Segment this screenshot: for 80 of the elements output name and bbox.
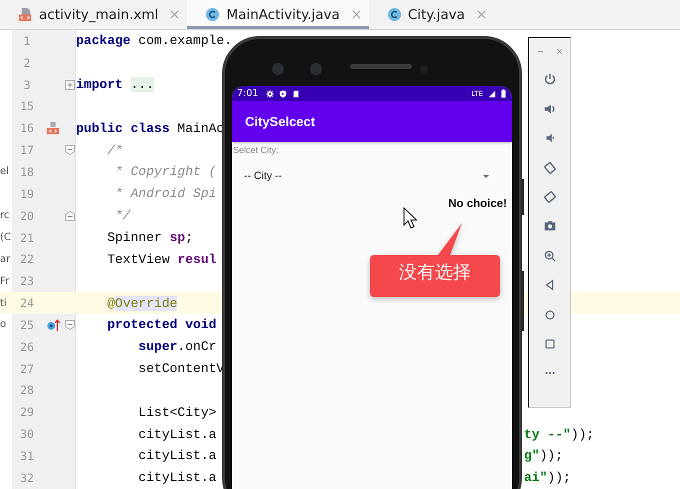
signal-icon [488, 90, 496, 98]
code-line: ai")); [524, 470, 571, 486]
overview-icon[interactable] [542, 336, 556, 351]
camera-icon[interactable] [542, 219, 556, 234]
line-number: 21 [20, 230, 34, 245]
prompt-label: Selcet City: [232, 144, 280, 155]
line-number: 28 [20, 383, 34, 398]
panel-text: (C [0, 232, 11, 244]
volume-up-icon[interactable] [542, 102, 556, 116]
code-line: cityList.a [137, 470, 216, 486]
callout: 没有选择 [370, 222, 500, 297]
line-number: 18 [20, 164, 34, 179]
override-icon[interactable] [46, 318, 60, 332]
shield-icon [279, 90, 288, 98]
rotate-left-icon[interactable] [542, 160, 556, 175]
app-title: CitySelcect [245, 114, 316, 129]
panel-text: el [0, 166, 9, 178]
line-number: 19 [20, 186, 34, 201]
line-number: 22 [20, 252, 34, 266]
line-number: 24 [20, 296, 34, 310]
cursor-icon [403, 207, 417, 229]
code-line: protected void [106, 317, 216, 332]
editor-tab[interactable]: City.java [368, 0, 494, 29]
class-file-icon [386, 7, 402, 22]
battery-icon [501, 89, 506, 98]
code-line: super.onCr [137, 339, 216, 354]
code-line: List<City> [137, 404, 216, 420]
line-number: 31 [20, 448, 34, 463]
line-number: 1 [24, 34, 30, 48]
code-line: import ... [76, 77, 154, 92]
power-icon[interactable] [542, 72, 556, 86]
class-file-icon [205, 7, 220, 22]
gear-icon [266, 90, 274, 98]
code-line: g")); [524, 448, 564, 464]
line-number: 16 [20, 121, 34, 136]
dropdown-arrow-icon [482, 174, 490, 178]
code-line: setContentV [137, 361, 224, 376]
city-dropdown[interactable]: -- City -- [244, 164, 490, 188]
code-line: * Copyright ( [114, 164, 216, 180]
line-number: 29 [20, 405, 34, 420]
rotate-right-icon[interactable] [542, 190, 556, 204]
panel-text: ti [0, 298, 7, 309]
code-line: Spinner sp; [106, 230, 194, 246]
collapse-icon[interactable] [65, 145, 75, 156]
code-line: @Override [106, 296, 178, 311]
result-text: No choice! [448, 198, 507, 210]
zoom-in-icon[interactable] [542, 248, 556, 263]
panel-text: rc [0, 210, 10, 222]
layout-file-icon [18, 7, 33, 22]
code-line: cityList.a [137, 448, 216, 464]
panel-text: Fr [0, 276, 10, 287]
collapse-icon[interactable] [65, 320, 75, 330]
line-number: 2 [24, 56, 30, 70]
sd-card-icon [292, 90, 300, 98]
panel-text: o [0, 319, 6, 330]
line-number: 26 [20, 340, 34, 354]
expand-icon[interactable] [65, 80, 75, 90]
code-line: package com.example. [76, 33, 232, 48]
home-icon[interactable] [542, 308, 556, 322]
code-line: public class MainAc [76, 120, 224, 136]
line-number: 25 [20, 318, 34, 332]
line-number: 20 [20, 208, 34, 223]
code-line: */ [114, 208, 131, 224]
line-number: 32 [20, 470, 34, 485]
code-line: TextView resul [106, 252, 216, 267]
editor-tab[interactable]: MainActivity.java [187, 0, 369, 29]
line-number: 23 [20, 274, 34, 288]
code-line: * Android Spi [114, 186, 216, 202]
status-time: 7:01 [237, 88, 258, 99]
line-number: 30 [20, 427, 34, 442]
layout-file-icon[interactable] [46, 121, 60, 136]
panel-text: ar [0, 254, 10, 265]
code-line: ty --")); [524, 426, 594, 442]
line-number: 3 [24, 78, 30, 92]
editor-tab[interactable]: activity_main.xml [0, 0, 188, 29]
code-line: /* [106, 142, 123, 158]
line-number: 17 [20, 143, 34, 158]
line-number: 15 [20, 99, 34, 114]
line-number: 27 [20, 362, 34, 376]
code-line: cityList.a [137, 426, 216, 442]
